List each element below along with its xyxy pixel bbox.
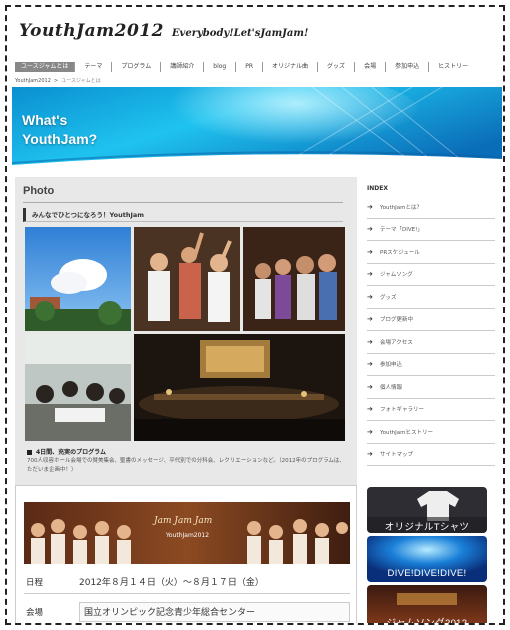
hero-title: What's YouthJam? bbox=[22, 112, 98, 147]
event-row-date: 日程 2012年８月１４日（火）～８月１７日（金） bbox=[24, 570, 350, 594]
breadcrumb: YouthJam2012 > ユースジャムとは bbox=[15, 77, 101, 84]
event-banner[interactable]: Jam Jam Jam YouthJam2012 bbox=[24, 502, 350, 564]
index-item-privacy[interactable]: ➔ 個人情報 bbox=[367, 376, 495, 399]
event-venue-value: 国立オリンピック記念青少年総合センター bbox=[79, 601, 350, 622]
site-logo[interactable]: YouthJam2012 Everybody!Let'sJamJam! bbox=[19, 21, 308, 43]
index-item-jam-song[interactable]: ➔ ジャムソング bbox=[367, 264, 495, 286]
nav-item-apply[interactable]: 参加申込 bbox=[385, 62, 428, 72]
index-item-access[interactable]: ➔ 会場アクセス bbox=[367, 331, 495, 354]
breadcrumb-separator: > bbox=[53, 78, 59, 84]
index-item-label: サイトマップ bbox=[380, 452, 414, 459]
arrow-right-icon: ➔ bbox=[367, 225, 373, 234]
index-item-gallery[interactable]: ➔ フォトギャラリー bbox=[367, 399, 495, 421]
index-item-about[interactable]: ➔ YouthJamとは？ bbox=[367, 196, 495, 219]
photo-youth-dancing[interactable] bbox=[134, 227, 240, 331]
index-item-blog[interactable]: ➔ ブログ更新中 bbox=[367, 309, 495, 331]
nav-item-about[interactable]: ユースジャムとは bbox=[15, 62, 75, 72]
banner-label: ジャムソング2012 bbox=[386, 618, 468, 625]
arrow-right-icon: ➔ bbox=[367, 247, 373, 256]
event-date-label: 日程 bbox=[26, 577, 44, 588]
arrow-right-icon: ➔ bbox=[367, 382, 373, 391]
square-bullet-icon bbox=[27, 450, 32, 455]
banner-original-tshirt[interactable]: オリジナルTシャツ bbox=[367, 487, 487, 533]
photo-panel: Photo みんなでひとつになろう！YouthJam 4日間、充実のプログラム … bbox=[15, 177, 357, 487]
index-item-label: 参加申込 bbox=[380, 362, 403, 369]
sidebar-index: INDEX ➔ YouthJamとは？ ➔ テーマ「DIVE!」 ➔ PRスケジュール… bbox=[367, 177, 495, 466]
arrow-right-icon: ➔ bbox=[367, 427, 373, 436]
index-item-label: 会場アクセス bbox=[380, 339, 413, 346]
banner-brand: YouthJam2012 bbox=[166, 532, 210, 539]
breadcrumb-home-link[interactable]: YouthJam2012 bbox=[15, 78, 51, 84]
banner-label: オリジナルTシャツ bbox=[384, 522, 470, 533]
index-item-label: 個人情報 bbox=[380, 384, 403, 391]
event-info-box: Jam Jam Jam YouthJam2012 日程 2012年８月１４日（火… bbox=[15, 485, 357, 623]
nav-item-theme[interactable]: テーマ bbox=[74, 62, 111, 72]
logo-tagline: Everybody!Let'sJamJam! bbox=[171, 28, 309, 39]
nav-item-history[interactable]: ヒストリー bbox=[428, 62, 477, 72]
nav-item-goods[interactable]: グッズ bbox=[317, 62, 354, 72]
index-item-label: YouthJamとは？ bbox=[380, 204, 422, 211]
index-item-theme[interactable]: ➔ テーマ「DIVE!」 bbox=[367, 219, 495, 241]
arrow-right-icon: ➔ bbox=[367, 360, 373, 369]
index-item-label: ブログ更新中 bbox=[380, 317, 414, 324]
nav-item-pr[interactable]: PR bbox=[235, 62, 262, 72]
arrow-right-icon: ➔ bbox=[367, 292, 373, 301]
photo-crowd-hall[interactable] bbox=[243, 227, 345, 331]
hero-banner: What's YouthJam? bbox=[12, 87, 502, 177]
arrow-right-icon: ➔ bbox=[367, 202, 373, 211]
banner-jam-song[interactable]: ジャムソング2012 bbox=[367, 585, 487, 625]
index-item-label: テーマ「DIVE!」 bbox=[380, 227, 423, 234]
nav-item-program[interactable]: プログラム bbox=[111, 62, 160, 72]
event-venue-label: 会場 bbox=[26, 607, 44, 618]
global-nav: ユースジャムとは テーマ プログラム 講師紹介 blog PR オリジナル曲 グ… bbox=[15, 60, 495, 74]
event-date-value: 2012年８月１４日（火）～８月１７日（金） bbox=[79, 578, 264, 588]
index-item-history[interactable]: ➔ YouthJamヒストリー bbox=[367, 421, 495, 444]
photo-grid bbox=[25, 227, 345, 441]
arrow-right-icon: ➔ bbox=[367, 270, 373, 279]
index-heading: INDEX bbox=[367, 185, 388, 192]
index-item-goods[interactable]: ➔ グッズ bbox=[367, 286, 495, 309]
index-list: ➔ YouthJamとは？ ➔ テーマ「DIVE!」 ➔ PRスケジュール ➔ ジャムソ… bbox=[367, 196, 495, 466]
index-item-pr-schedule[interactable]: ➔ PRスケジュール bbox=[367, 241, 495, 264]
nav-item-venue[interactable]: 会場 bbox=[354, 62, 385, 72]
arrow-right-icon: ➔ bbox=[367, 405, 373, 414]
photo-divider bbox=[23, 202, 343, 203]
index-item-label: YouthJamヒストリー bbox=[380, 429, 433, 436]
program-heading-text: 4日間、充実のプログラム bbox=[36, 449, 106, 456]
program-heading: 4日間、充実のプログラム bbox=[27, 447, 106, 456]
index-item-label: ジャムソング bbox=[380, 272, 413, 279]
nav-item-speakers[interactable]: 講師紹介 bbox=[160, 62, 203, 72]
index-item-sitemap[interactable]: ➔ サイトマップ bbox=[367, 444, 495, 466]
banner-title: Jam Jam Jam bbox=[154, 516, 213, 526]
arrow-right-icon: ➔ bbox=[367, 315, 373, 324]
page-frame: YouthJam2012 Everybody!Let'sJamJam! ユースジ… bbox=[5, 5, 505, 625]
photo-heading: Photo bbox=[23, 185, 55, 197]
index-item-label: PRスケジュール bbox=[380, 249, 420, 256]
nav-item-original-song[interactable]: オリジナル曲 bbox=[262, 62, 317, 72]
photo-group-discussion[interactable] bbox=[25, 334, 131, 441]
program-description: 700人収容ホール会場での賛美集会、聖書のメッセージ、平代別での分科会、レクリエ… bbox=[27, 458, 345, 473]
banner-dive[interactable]: DIVE!DIVE!DIVE! bbox=[367, 536, 487, 582]
photo-concert-stage[interactable] bbox=[134, 334, 345, 441]
arrow-right-icon: ➔ bbox=[367, 337, 373, 346]
event-row-venue: 会場 国立オリンピック記念青少年総合センター bbox=[24, 600, 350, 623]
index-item-label: グッズ bbox=[380, 294, 397, 301]
index-item-label: フォトギャラリー bbox=[380, 407, 425, 414]
nav-item-blog[interactable]: blog bbox=[203, 62, 235, 72]
photo-subheading: みんなでひとつになろう！YouthJam bbox=[23, 208, 343, 222]
breadcrumb-current: ユースジャムとは bbox=[61, 78, 101, 84]
arrow-right-icon: ➔ bbox=[367, 450, 373, 459]
index-item-apply[interactable]: ➔ 参加申込 bbox=[367, 354, 495, 376]
photo-sky-building[interactable] bbox=[25, 227, 131, 331]
banner-label: DIVE!DIVE!DIVE! bbox=[387, 568, 467, 579]
logo-main-text: YouthJam2012 bbox=[19, 21, 164, 41]
